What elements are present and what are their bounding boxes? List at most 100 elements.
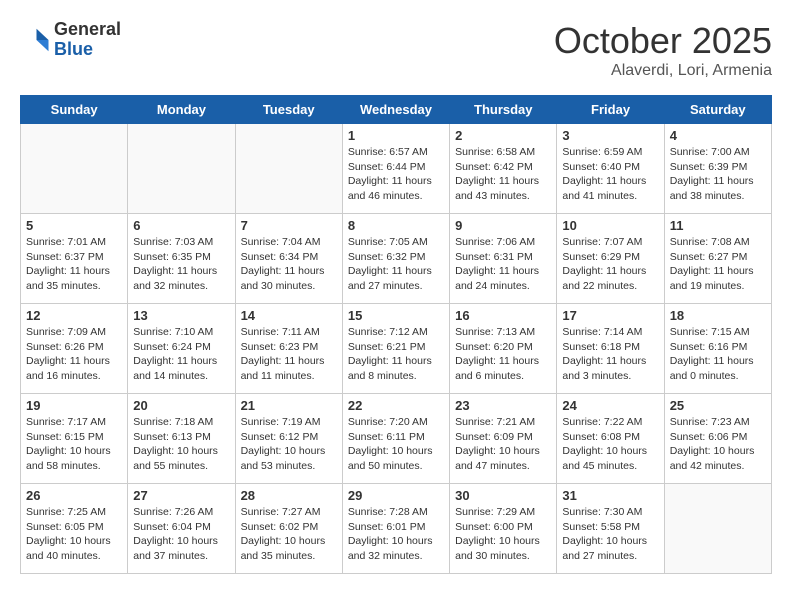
day-number: 26 xyxy=(26,488,122,503)
cell-info: Sunrise: 6:58 AM Sunset: 6:42 PM Dayligh… xyxy=(455,145,551,204)
calendar-cell xyxy=(21,124,128,214)
calendar-cell: 25 Sunrise: 7:23 AM Sunset: 6:06 PM Dayli… xyxy=(664,394,771,484)
location-subtitle: Alaverdi, Lori, Armenia xyxy=(554,62,772,80)
cell-info: Sunrise: 7:19 AM Sunset: 6:12 PM Dayligh… xyxy=(241,415,337,474)
calendar-cell: 17Sunrise: 7:14 AM Sunset: 6:18 PM Dayli… xyxy=(557,304,664,394)
cell-info: Sunrise: 7:26 AM Sunset: 6:04 PM Dayligh… xyxy=(133,505,229,564)
calendar-body: 1 Sunrise: 6:57 AM Sunset: 6:44 PM Daylig… xyxy=(21,124,772,574)
calendar-cell: 4Sunrise: 7:00 AM Sunset: 6:39 PM Daylig… xyxy=(664,124,771,214)
day-header-saturday: Saturday xyxy=(664,96,771,124)
day-number: 6 xyxy=(133,218,229,233)
cell-info: Sunrise: 7:17 AM Sunset: 6:15 PM Dayligh… xyxy=(26,415,122,474)
week-row-2: 5 Sunrise: 7:01 AM Sunset: 6:37 PM Daylig… xyxy=(21,214,772,304)
logo-blue-text: Blue xyxy=(54,40,121,60)
calendar-cell: 15Sunrise: 7:12 AM Sunset: 6:21 PM Dayli… xyxy=(342,304,449,394)
calendar-cell: 14Sunrise: 7:11 AM Sunset: 6:23 PM Dayli… xyxy=(235,304,342,394)
cell-info: Sunrise: 7:11 AM Sunset: 6:23 PM Dayligh… xyxy=(241,325,337,384)
calendar-cell: 30Sunrise: 7:29 AM Sunset: 6:00 PM Dayli… xyxy=(450,484,557,574)
day-number: 20 xyxy=(133,398,229,413)
calendar-cell: 28 Sunrise: 7:27 AM Sunset: 6:02 PM Dayli… xyxy=(235,484,342,574)
cell-info: Sunrise: 7:13 AM Sunset: 6:20 PM Dayligh… xyxy=(455,325,551,384)
calendar-cell: 20 Sunrise: 7:18 AM Sunset: 6:13 PM Dayli… xyxy=(128,394,235,484)
day-number: 22 xyxy=(348,398,444,413)
calendar-cell: 24Sunrise: 7:22 AM Sunset: 6:08 PM Dayli… xyxy=(557,394,664,484)
week-row-4: 19 Sunrise: 7:17 AM Sunset: 6:15 PM Dayli… xyxy=(21,394,772,484)
cell-info: Sunrise: 7:01 AM Sunset: 6:37 PM Dayligh… xyxy=(26,235,122,294)
logo-icon xyxy=(20,25,50,55)
day-number: 9 xyxy=(455,218,551,233)
day-number: 30 xyxy=(455,488,551,503)
day-number: 28 xyxy=(241,488,337,503)
calendar-cell: 6 Sunrise: 7:03 AM Sunset: 6:35 PM Daylig… xyxy=(128,214,235,304)
cell-info: Sunrise: 7:18 AM Sunset: 6:13 PM Dayligh… xyxy=(133,415,229,474)
day-number: 27 xyxy=(133,488,229,503)
cell-info: Sunrise: 7:09 AM Sunset: 6:26 PM Dayligh… xyxy=(26,325,122,384)
logo-general-text: General xyxy=(54,20,121,40)
cell-info: Sunrise: 7:04 AM Sunset: 6:34 PM Dayligh… xyxy=(241,235,337,294)
calendar-cell: 19 Sunrise: 7:17 AM Sunset: 6:15 PM Dayli… xyxy=(21,394,128,484)
day-number: 8 xyxy=(348,218,444,233)
day-header-tuesday: Tuesday xyxy=(235,96,342,124)
cell-info: Sunrise: 7:27 AM Sunset: 6:02 PM Dayligh… xyxy=(241,505,337,564)
cell-info: Sunrise: 7:22 AM Sunset: 6:08 PM Dayligh… xyxy=(562,415,658,474)
calendar-cell xyxy=(235,124,342,214)
day-number: 12 xyxy=(26,308,122,323)
day-number: 3 xyxy=(562,128,658,143)
day-number: 2 xyxy=(455,128,551,143)
calendar-cell xyxy=(128,124,235,214)
calendar-cell: 29 Sunrise: 7:28 AM Sunset: 6:01 PM Dayli… xyxy=(342,484,449,574)
day-number: 4 xyxy=(670,128,766,143)
day-number: 19 xyxy=(26,398,122,413)
calendar-table: SundayMondayTuesdayWednesdayThursdayFrid… xyxy=(20,95,772,574)
day-number: 18 xyxy=(670,308,766,323)
day-header-sunday: Sunday xyxy=(21,96,128,124)
calendar-cell: 8 Sunrise: 7:05 AM Sunset: 6:32 PM Daylig… xyxy=(342,214,449,304)
calendar-cell: 7 Sunrise: 7:04 AM Sunset: 6:34 PM Daylig… xyxy=(235,214,342,304)
calendar-cell: 3 Sunrise: 6:59 AM Sunset: 6:40 PM Daylig… xyxy=(557,124,664,214)
title-block: October 2025 Alaverdi, Lori, Armenia xyxy=(554,20,772,80)
day-header-friday: Friday xyxy=(557,96,664,124)
day-number: 21 xyxy=(241,398,337,413)
cell-info: Sunrise: 7:07 AM Sunset: 6:29 PM Dayligh… xyxy=(562,235,658,294)
day-number: 16 xyxy=(455,308,551,323)
day-number: 17 xyxy=(562,308,658,323)
calendar-cell: 27 Sunrise: 7:26 AM Sunset: 6:04 PM Dayli… xyxy=(128,484,235,574)
day-number: 1 xyxy=(348,128,444,143)
cell-info: Sunrise: 7:03 AM Sunset: 6:35 PM Dayligh… xyxy=(133,235,229,294)
month-title: October 2025 xyxy=(554,20,772,62)
day-header-wednesday: Wednesday xyxy=(342,96,449,124)
calendar-cell: 13Sunrise: 7:10 AM Sunset: 6:24 PM Dayli… xyxy=(128,304,235,394)
day-number: 29 xyxy=(348,488,444,503)
calendar-cell: 12 Sunrise: 7:09 AM Sunset: 6:26 PM Dayli… xyxy=(21,304,128,394)
day-number: 5 xyxy=(26,218,122,233)
logo-text: General Blue xyxy=(54,20,121,60)
day-number: 15 xyxy=(348,308,444,323)
calendar-cell: 2 Sunrise: 6:58 AM Sunset: 6:42 PM Daylig… xyxy=(450,124,557,214)
calendar-cell: 31 Sunrise: 7:30 AM Sunset: 5:58 PM Dayli… xyxy=(557,484,664,574)
cell-info: Sunrise: 7:21 AM Sunset: 6:09 PM Dayligh… xyxy=(455,415,551,474)
calendar-cell: 23 Sunrise: 7:21 AM Sunset: 6:09 PM Dayli… xyxy=(450,394,557,484)
calendar-cell: 9Sunrise: 7:06 AM Sunset: 6:31 PM Daylig… xyxy=(450,214,557,304)
cell-info: Sunrise: 7:05 AM Sunset: 6:32 PM Dayligh… xyxy=(348,235,444,294)
day-number: 7 xyxy=(241,218,337,233)
calendar-cell xyxy=(664,484,771,574)
calendar-cell: 26 Sunrise: 7:25 AM Sunset: 6:05 PM Dayli… xyxy=(21,484,128,574)
calendar-cell: 1 Sunrise: 6:57 AM Sunset: 6:44 PM Daylig… xyxy=(342,124,449,214)
day-number: 31 xyxy=(562,488,658,503)
cell-info: Sunrise: 6:57 AM Sunset: 6:44 PM Dayligh… xyxy=(348,145,444,204)
week-row-1: 1 Sunrise: 6:57 AM Sunset: 6:44 PM Daylig… xyxy=(21,124,772,214)
days-header-row: SundayMondayTuesdayWednesdayThursdayFrid… xyxy=(21,96,772,124)
cell-info: Sunrise: 7:28 AM Sunset: 6:01 PM Dayligh… xyxy=(348,505,444,564)
week-row-3: 12 Sunrise: 7:09 AM Sunset: 6:26 PM Dayli… xyxy=(21,304,772,394)
day-number: 25 xyxy=(670,398,766,413)
cell-info: Sunrise: 7:25 AM Sunset: 6:05 PM Dayligh… xyxy=(26,505,122,564)
cell-info: Sunrise: 7:30 AM Sunset: 5:58 PM Dayligh… xyxy=(562,505,658,564)
cell-info: Sunrise: 6:59 AM Sunset: 6:40 PM Dayligh… xyxy=(562,145,658,204)
day-number: 11 xyxy=(670,218,766,233)
day-header-thursday: Thursday xyxy=(450,96,557,124)
calendar-cell: 16 Sunrise: 7:13 AM Sunset: 6:20 PM Dayli… xyxy=(450,304,557,394)
cell-info: Sunrise: 7:10 AM Sunset: 6:24 PM Dayligh… xyxy=(133,325,229,384)
cell-info: Sunrise: 7:23 AM Sunset: 6:06 PM Dayligh… xyxy=(670,415,766,474)
day-number: 10 xyxy=(562,218,658,233)
day-number: 23 xyxy=(455,398,551,413)
